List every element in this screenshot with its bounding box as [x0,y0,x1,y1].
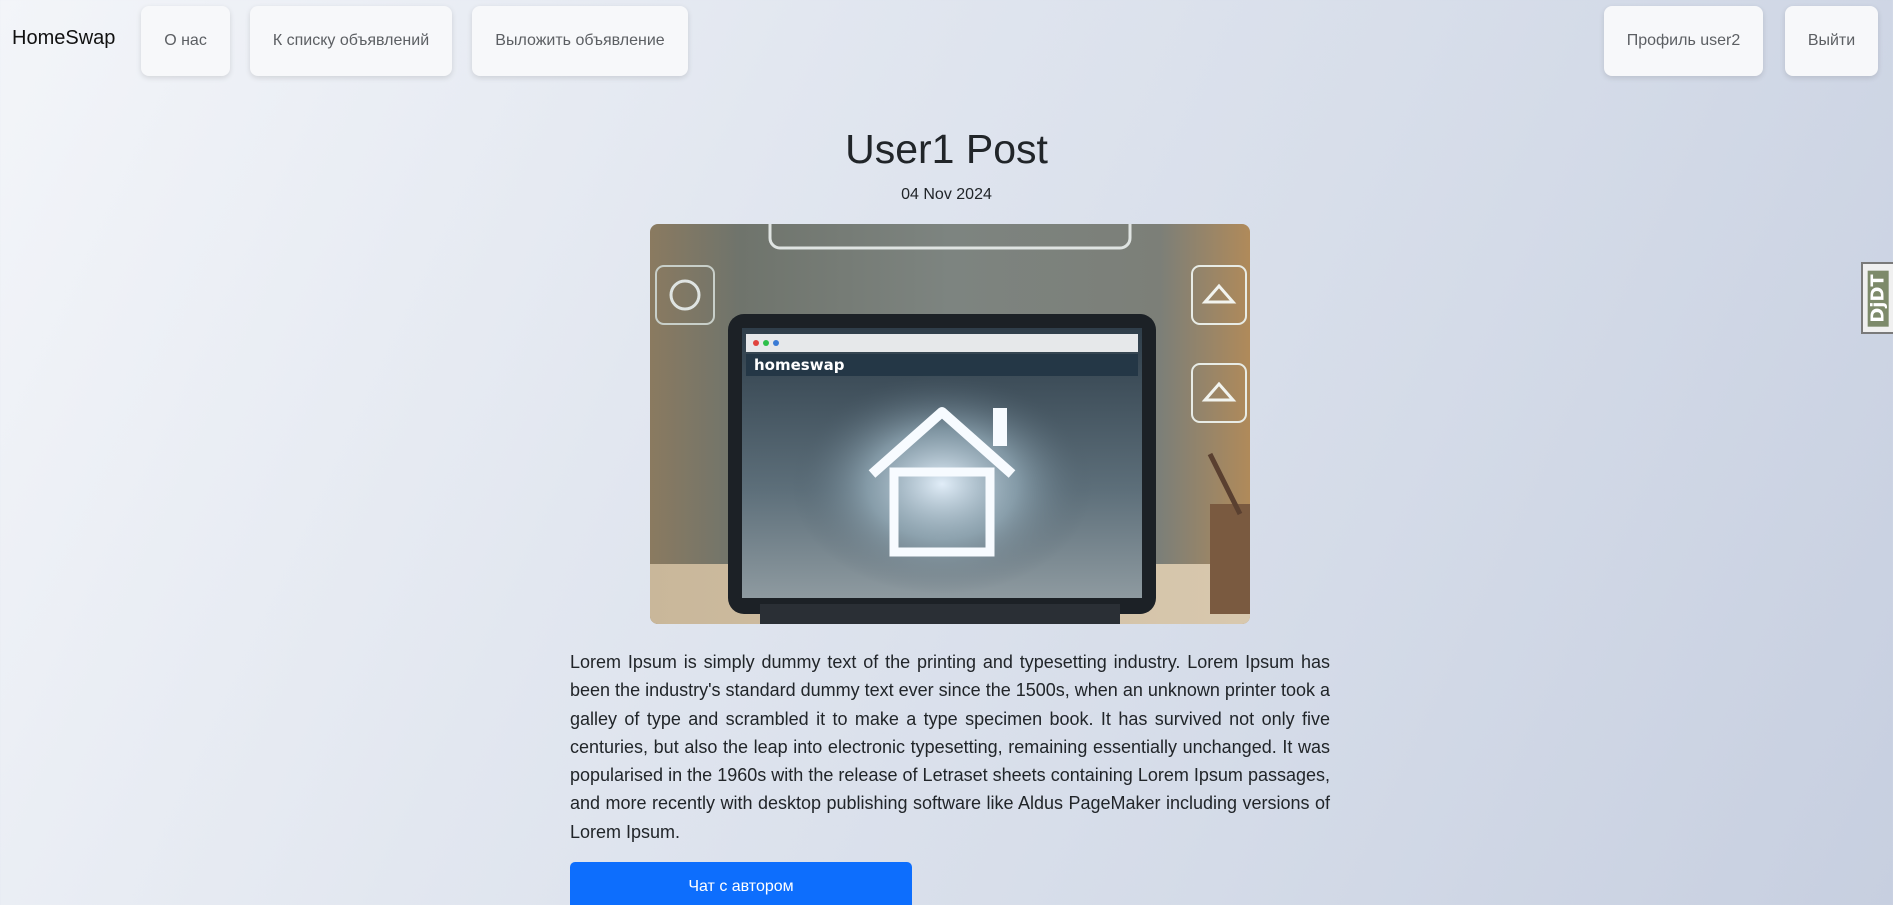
navbar: HomeSwap О нас К списку объявлений Вылож… [0,0,1893,80]
image-logo-text: homeswap [754,356,845,374]
post-date: 04 Nov 2024 [901,186,992,203]
brand-logo[interactable]: HomeSwap [12,27,115,50]
post-title: User1 Post [845,126,1048,172]
debug-toolbar-handle[interactable]: DjDT [1861,262,1893,334]
create-post-button[interactable]: Выложить объявление [472,6,688,76]
post-image: homeswap [650,224,1250,624]
listings-button[interactable]: К списку объявлений [250,6,452,76]
debug-toolbar-label: DjDT [1867,269,1889,327]
chat-with-author-button[interactable]: Чат с автором [570,862,912,905]
post-body: Lorem Ipsum is simply dummy text of the … [570,652,1330,842]
about-button[interactable]: О нас [141,6,230,76]
logout-button[interactable]: Выйти [1785,6,1878,76]
profile-button[interactable]: Профиль user2 [1604,6,1763,76]
